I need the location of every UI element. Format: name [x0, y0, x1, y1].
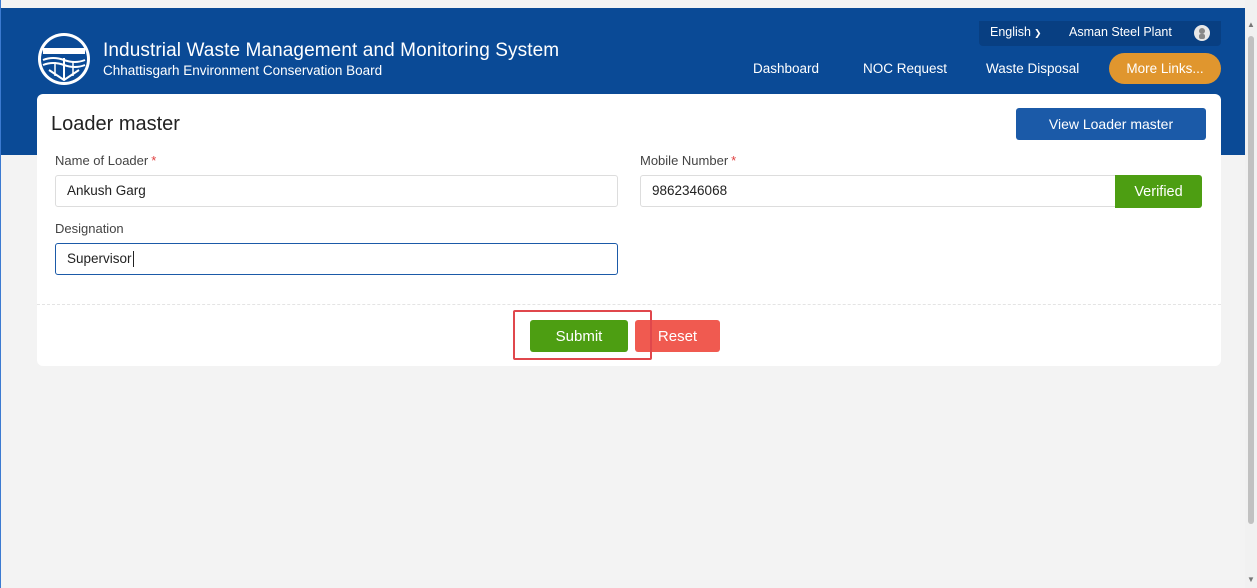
nav-dashboard[interactable]: Dashboard: [753, 61, 819, 76]
scroll-up-arrow-icon[interactable]: ▲: [1247, 20, 1255, 29]
designation-input[interactable]: Supervisor: [55, 243, 618, 275]
nav-waste-disposal[interactable]: Waste Disposal: [986, 61, 1079, 76]
top-utility-bar: English ❯ Asman Steel Plant: [979, 21, 1221, 46]
user-menu[interactable]: Asman Steel Plant: [1069, 25, 1172, 39]
scrollbar-thumb[interactable]: [1248, 36, 1254, 524]
more-links-button[interactable]: More Links...: [1109, 53, 1221, 84]
required-marker: *: [731, 153, 737, 168]
app-subtitle: Chhattisgarh Environment Conservation Bo…: [103, 63, 383, 78]
chevron-down-icon: ❯: [1034, 28, 1042, 38]
mobile-label-text: Mobile Number: [640, 153, 729, 168]
scroll-down-arrow-icon[interactable]: ▼: [1247, 575, 1255, 584]
mobile-number-input[interactable]: 9862346068: [640, 175, 1118, 207]
name-of-loader-label: Name of Loader *: [55, 153, 156, 168]
form-divider: [37, 304, 1221, 305]
app-window: Industrial Waste Management and Monitori…: [0, 0, 1246, 588]
reset-button[interactable]: Reset: [635, 320, 720, 352]
submit-button[interactable]: Submit: [530, 320, 628, 352]
mobile-number-label: Mobile Number *: [640, 153, 736, 168]
loader-master-form: Loader master View Loader master Name of…: [37, 94, 1221, 366]
name-label-text: Name of Loader: [55, 153, 149, 168]
app-title: Industrial Waste Management and Monitori…: [103, 40, 560, 61]
required-marker: *: [151, 153, 157, 168]
view-loader-master-button[interactable]: View Loader master: [1016, 108, 1206, 140]
language-label: English: [990, 25, 1031, 39]
language-selector[interactable]: English ❯: [990, 25, 1042, 39]
board-logo-icon: [38, 33, 90, 85]
text-caret: [132, 251, 134, 268]
name-of-loader-input[interactable]: Ankush Garg: [55, 175, 618, 207]
vertical-scrollbar[interactable]: ▲ ▼: [1245, 0, 1257, 588]
verified-badge: Verified: [1115, 175, 1202, 208]
designation-label: Designation: [55, 221, 124, 236]
user-avatar-icon[interactable]: [1194, 25, 1210, 41]
nav-noc-request[interactable]: NOC Request: [863, 61, 947, 76]
page-title: Loader master: [51, 113, 180, 135]
designation-value: Supervisor: [67, 251, 132, 266]
